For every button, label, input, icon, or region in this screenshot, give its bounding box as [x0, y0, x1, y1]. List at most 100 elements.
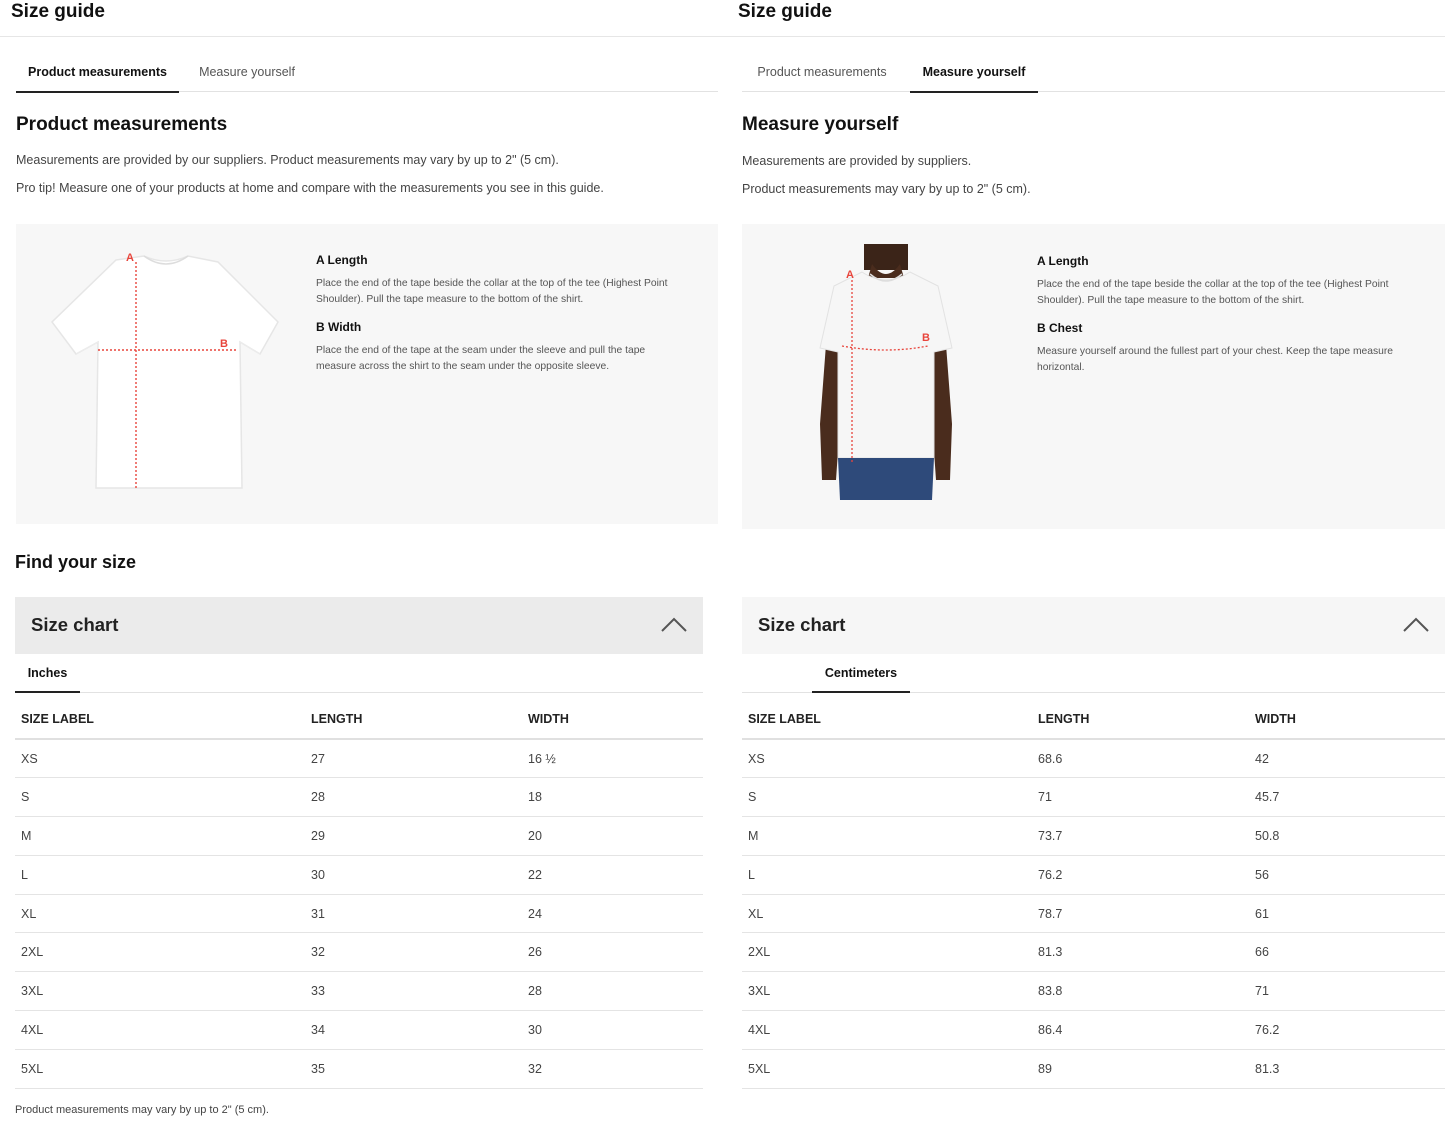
measurement-instructions: A Length Place the end of the tape besid…: [316, 253, 686, 387]
size-cell: M: [15, 816, 305, 856]
find-your-size-heading: Find your size: [15, 552, 137, 572]
measurement-figure: A B A Length Place the end of the tape b…: [742, 224, 1445, 529]
length-cell: 83.8: [1032, 971, 1249, 1012]
size-cell: S: [742, 777, 1032, 818]
table-row: XL 31 24: [15, 894, 703, 934]
width-cell: 61: [1249, 894, 1445, 934]
table-row: XS 27 16 ½: [15, 739, 703, 779]
table-row: 2XL 81.3 66: [742, 932, 1445, 973]
size-chart-title: Size chart: [31, 614, 119, 635]
table-header-row: SIZE LABEL LENGTH WIDTH: [742, 700, 1445, 740]
width-cell: 71: [1249, 971, 1445, 1012]
length-description: Place the end of the tape beside the col…: [316, 278, 668, 305]
length-cell: 68.6: [1032, 739, 1249, 779]
size-cell: 4XL: [742, 1010, 1032, 1050]
intro-paragraph: Measurements are provided by our supplie…: [16, 153, 559, 167]
width-cell: 30: [522, 1010, 703, 1050]
size-table-centimeters: SIZE LABEL LENGTH WIDTH XS 68.6 42 S 71 45.7…: [742, 700, 1445, 1089]
width-heading: B Width: [316, 320, 362, 334]
tab-inches[interactable]: Inches: [15, 654, 80, 693]
size-cell: L: [15, 855, 305, 895]
table-row: 2XL 32 26: [15, 932, 703, 973]
length-cell: 28: [305, 777, 522, 818]
length-cell: 86.4: [1032, 1010, 1249, 1050]
size-cell: S: [15, 777, 305, 818]
table-row: 3XL 33 28: [15, 971, 703, 1012]
length-cell: 34: [305, 1010, 522, 1050]
table-row: 3XL 83.8 71: [742, 971, 1445, 1012]
width-description: Place the end of the tape at the seam un…: [316, 345, 646, 372]
length-cell: 73.7: [1032, 816, 1249, 856]
width-cell: 50.8: [1249, 816, 1445, 856]
tshirt-diagram-image: A B: [51, 252, 279, 489]
size-cell: 5XL: [15, 1049, 305, 1089]
table-row: M 73.7 50.8: [742, 816, 1445, 856]
tab-measure-yourself[interactable]: Measure yourself: [186, 52, 308, 92]
chevron-up-icon[interactable]: [1401, 615, 1431, 635]
width-cell: 28: [522, 971, 703, 1012]
label-a: A: [846, 269, 854, 281]
size-table-inches: SIZE LABEL LENGTH WIDTH XS 27 16 ½ S 28 18 M…: [15, 700, 703, 1089]
table-row: S 71 45.7: [742, 777, 1445, 818]
pro-tip-paragraph: Pro tip! Measure one of your products at…: [16, 181, 604, 195]
size-guide-title: Size guide: [11, 1, 105, 22]
table-row: S 28 18: [15, 777, 703, 818]
length-cell: 89: [1032, 1049, 1249, 1089]
section-title: Measure yourself: [742, 114, 899, 135]
size-cell: 5XL: [742, 1049, 1032, 1089]
chest-description: Measure yourself around the fullest part…: [1037, 346, 1394, 373]
size-cell: 3XL: [742, 971, 1032, 1012]
table-row: 5XL 35 32: [15, 1049, 703, 1089]
size-guide-title: Size guide: [738, 1, 832, 22]
col-length: LENGTH: [305, 700, 522, 740]
length-cell: 76.2: [1032, 855, 1249, 895]
tab-product-measurements[interactable]: Product measurements: [742, 52, 902, 92]
header-divider: [728, 36, 1445, 37]
col-size-label: SIZE LABEL: [742, 700, 1032, 740]
table-row: 4XL 34 30: [15, 1010, 703, 1050]
table-row: XS 68.6 42: [742, 739, 1445, 779]
length-description: Place the end of the tape beside the col…: [1037, 279, 1389, 306]
size-cell: 2XL: [15, 932, 305, 973]
size-cell: XL: [15, 894, 305, 934]
length-cell: 81.3: [1032, 932, 1249, 973]
length-heading: A Length: [316, 253, 368, 267]
width-cell: 16 ½: [522, 739, 703, 779]
length-cell: 32: [305, 932, 522, 973]
tab-product-measurements[interactable]: Product measurements: [16, 52, 179, 93]
size-chart-title: Size chart: [758, 614, 846, 635]
length-heading: A Length: [1037, 254, 1089, 268]
size-cell: XL: [742, 894, 1032, 934]
length-cell: 29: [305, 816, 522, 856]
label-b: B: [220, 338, 228, 350]
length-cell: 33: [305, 971, 522, 1012]
length-cell: 31: [305, 894, 522, 934]
col-size-label: SIZE LABEL: [15, 700, 305, 740]
width-cell: 24: [522, 894, 703, 934]
length-cell: 71: [1032, 777, 1249, 818]
footnote: Product measurements may vary by up to 2…: [15, 1104, 269, 1116]
model-photo-image: A B: [819, 244, 953, 500]
width-cell: 32: [522, 1049, 703, 1089]
size-cell: XS: [15, 739, 305, 779]
width-cell: 42: [1249, 739, 1445, 779]
width-cell: 45.7: [1249, 777, 1445, 818]
size-chart-accordion-header[interactable]: Size chart: [742, 597, 1445, 654]
chevron-up-icon[interactable]: [659, 615, 689, 635]
table-row: M 29 20: [15, 816, 703, 856]
tab-centimeters[interactable]: Centimeters: [812, 654, 910, 693]
tab-measure-yourself[interactable]: Measure yourself: [910, 52, 1038, 93]
table-row: L 30 22: [15, 855, 703, 895]
size-cell: 4XL: [15, 1010, 305, 1050]
width-cell: 56: [1249, 855, 1445, 895]
col-width: WIDTH: [1249, 700, 1445, 740]
header-divider: [0, 36, 728, 37]
length-cell: 27: [305, 739, 522, 779]
width-cell: 26: [522, 932, 703, 973]
table-row: 5XL 89 81.3: [742, 1049, 1445, 1089]
size-chart-accordion-header[interactable]: Size chart: [15, 597, 703, 654]
width-cell: 18: [522, 777, 703, 818]
unit-tabs: Inches: [15, 654, 703, 693]
measurement-tabs: Product measurements Measure yourself: [742, 52, 1445, 93]
table-row: XL 78.7 61: [742, 894, 1445, 934]
